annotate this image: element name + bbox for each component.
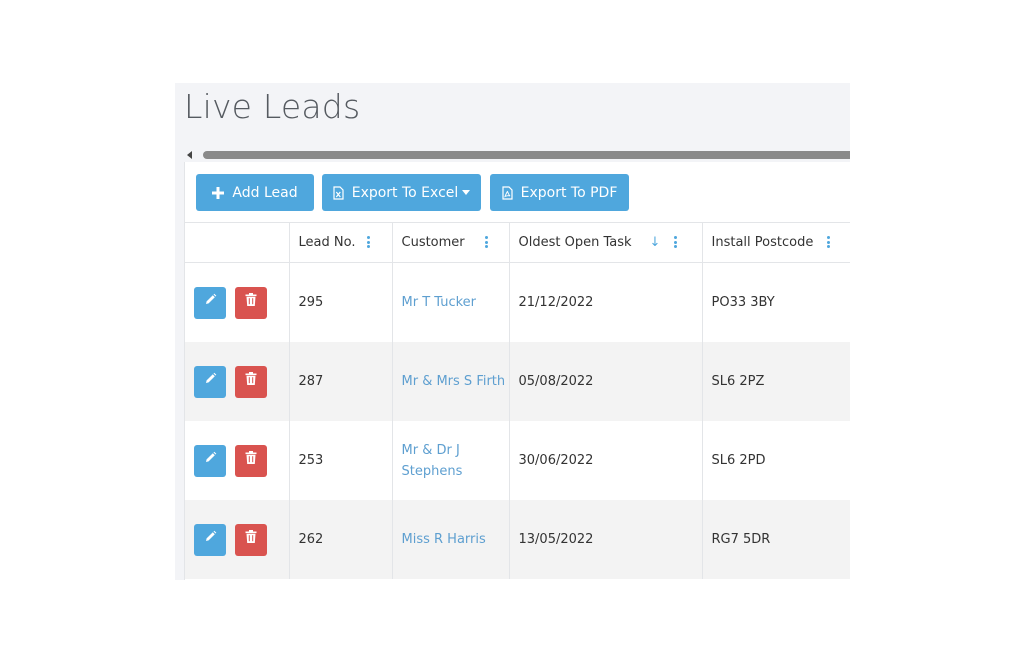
- customer-link[interactable]: Mr & Dr J Stephens: [392, 421, 510, 500]
- kebab-menu-icon[interactable]: [674, 236, 678, 248]
- table-row: 262 Miss R Harris 13/05/2022 RG7 5DR: [185, 500, 850, 579]
- export-excel-label: Export To Excel: [351, 184, 459, 201]
- scrollbar-thumb[interactable]: [203, 151, 850, 159]
- customer-link[interactable]: Mr & Mrs S Firth: [392, 342, 510, 421]
- postcode-column-header[interactable]: Install Postcode: [702, 222, 850, 263]
- customer-link[interactable]: Miss R Harris: [392, 500, 510, 579]
- lead-no-header-label: Lead No.: [298, 234, 356, 250]
- pdf-file-icon: [502, 185, 513, 200]
- customer-header-label: Customer: [401, 234, 465, 250]
- oldest-task-header-label: Oldest Open Task: [518, 234, 632, 250]
- pencil-icon: [204, 529, 217, 550]
- grid-toolbar: Add Lead Export To Excel Export To PDF: [185, 162, 850, 223]
- customer-column-header[interactable]: Customer: [392, 222, 510, 263]
- edit-lead-button[interactable]: [194, 365, 226, 398]
- lead-no-cell: 287: [289, 342, 393, 421]
- edit-lead-button[interactable]: [194, 444, 226, 477]
- table-row: 295 Mr T Tucker 21/12/2022 PO33 3BY: [185, 262, 850, 342]
- table-row: 253 Mr & Dr J Stephens 30/06/2022 SL6 2P…: [185, 421, 850, 500]
- kebab-menu-icon[interactable]: [484, 236, 488, 248]
- lead-no-cell: 262: [289, 500, 393, 579]
- trash-icon: [245, 292, 257, 313]
- scroll-left-arrow-icon[interactable]: [187, 151, 192, 159]
- oldest-task-column-header[interactable]: Oldest Open Task ↓: [509, 222, 703, 263]
- edit-lead-button[interactable]: [194, 286, 226, 319]
- oldest-task-cell: 21/12/2022: [509, 262, 703, 342]
- delete-lead-button[interactable]: [235, 444, 267, 477]
- live-leads-panel: Live Leads Add Lead Export To Excel Expo…: [175, 83, 850, 580]
- kebab-menu-icon[interactable]: [827, 236, 831, 248]
- lead-no-cell: 295: [289, 262, 393, 342]
- leads-table: Lead No. Customer Oldest Open Task ↓ Ins…: [185, 222, 850, 579]
- oldest-task-cell: 05/08/2022: [509, 342, 703, 421]
- oldest-task-cell: 13/05/2022: [509, 500, 703, 579]
- trash-icon: [245, 529, 257, 550]
- postcode-cell: PO33 3BY: [711, 295, 775, 310]
- postcode-cell: SL6 2PD: [711, 453, 766, 468]
- add-lead-button[interactable]: Add Lead: [196, 174, 314, 211]
- caret-down-icon: [462, 190, 471, 195]
- grid-container: Add Lead Export To Excel Export To PDF L…: [184, 162, 850, 580]
- row-actions-cell: [185, 342, 290, 421]
- pencil-icon: [204, 371, 217, 392]
- plus-icon: [212, 186, 225, 199]
- delete-lead-button[interactable]: [235, 365, 267, 398]
- row-actions-cell: [185, 500, 290, 579]
- trash-icon: [245, 371, 257, 392]
- horizontal-scrollbar[interactable]: [187, 151, 850, 159]
- lead-no-cell: 253: [289, 421, 393, 500]
- edit-lead-button[interactable]: [194, 523, 226, 556]
- excel-file-icon: [333, 185, 344, 200]
- oldest-task-cell: 30/06/2022: [509, 421, 703, 500]
- delete-lead-button[interactable]: [235, 523, 267, 556]
- row-actions-cell: [185, 421, 290, 500]
- delete-lead-button[interactable]: [235, 286, 267, 319]
- export-pdf-label: Export To PDF: [520, 184, 618, 201]
- pencil-icon: [204, 292, 217, 313]
- page-title: Live Leads: [184, 87, 361, 126]
- postcode-cell: SL6 2PZ: [702, 342, 850, 421]
- export-excel-button[interactable]: Export To Excel: [322, 174, 481, 211]
- lead-no-column-header[interactable]: Lead No.: [289, 222, 393, 263]
- actions-column-header: [185, 222, 290, 263]
- customer-link[interactable]: Mr T Tucker: [392, 262, 510, 342]
- row-actions-cell: [185, 262, 290, 342]
- kebab-menu-icon[interactable]: [367, 236, 371, 248]
- sort-down-arrow-icon[interactable]: ↓: [650, 235, 661, 250]
- pencil-icon: [204, 450, 217, 471]
- export-pdf-button[interactable]: Export To PDF: [490, 174, 629, 211]
- postcode-header-label: Install Postcode: [711, 234, 814, 250]
- table-header-row: Lead No. Customer Oldest Open Task ↓ Ins…: [185, 222, 850, 263]
- postcode-cell: RG7 5DR: [702, 500, 850, 579]
- trash-icon: [245, 450, 257, 471]
- add-lead-label: Add Lead: [232, 184, 298, 201]
- table-row: 287 Mr & Mrs S Firth 05/08/2022 SL6 2PZ: [185, 342, 850, 421]
